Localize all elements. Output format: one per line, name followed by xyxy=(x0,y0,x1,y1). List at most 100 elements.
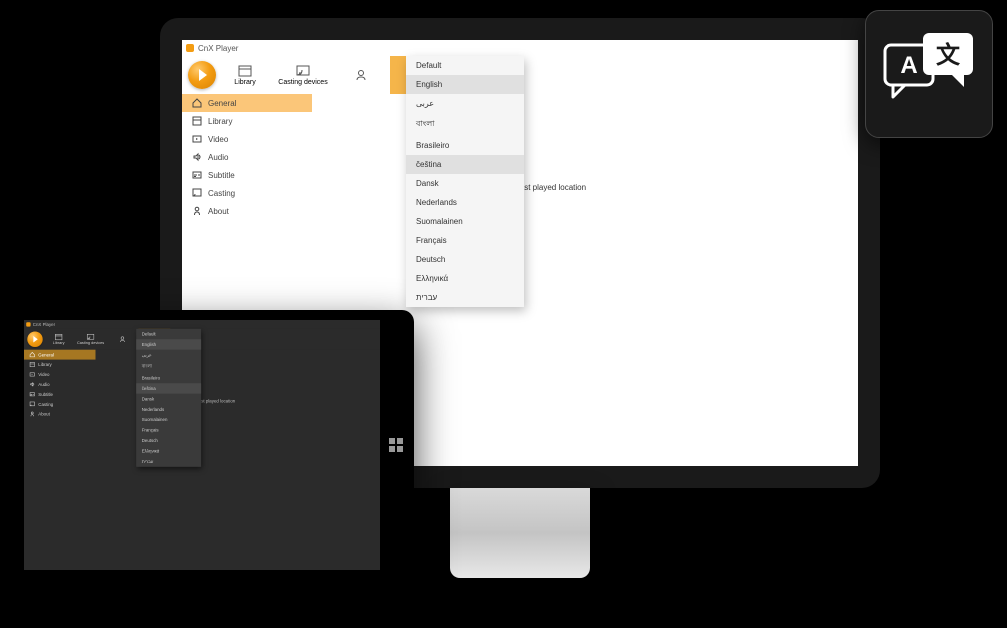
casting-icon xyxy=(30,401,36,407)
tablet-device: CnX Player Library Casting devices xyxy=(14,310,414,580)
translate-badge: A 文 xyxy=(865,10,993,138)
sidebar-item-about[interactable]: About xyxy=(24,409,96,419)
language-option[interactable]: English xyxy=(406,75,524,94)
language-option[interactable]: Français xyxy=(406,231,524,250)
language-option[interactable]: Nederlands xyxy=(406,193,524,212)
language-option[interactable]: Suomalainen xyxy=(406,212,524,231)
language-option[interactable]: Default xyxy=(136,329,201,339)
translate-icon: A 文 xyxy=(879,29,979,119)
toolbar-library[interactable]: Library xyxy=(216,56,274,94)
svg-text:A: A xyxy=(900,52,917,79)
subtitle-icon xyxy=(192,170,202,180)
library-icon xyxy=(192,116,202,126)
language-option[interactable]: Brasileiro xyxy=(136,373,201,383)
profile-icon xyxy=(119,336,127,343)
sidebar-item-label: Video xyxy=(38,372,49,377)
sidebar-item-casting[interactable]: Casting xyxy=(182,184,312,202)
language-option[interactable]: Deutsch xyxy=(406,250,524,269)
sidebar-item-video[interactable]: Video xyxy=(24,370,96,380)
language-option[interactable]: Brasileiro xyxy=(406,136,524,155)
toolbar-casting[interactable]: Casting devices xyxy=(274,56,332,94)
sidebar: General Library Video Audio Subtitle Casting A… xyxy=(24,350,96,562)
language-option[interactable]: Ελληνικά xyxy=(136,446,201,456)
content-text-resume: ume from last played location xyxy=(482,183,848,192)
language-option[interactable]: Dansk xyxy=(406,174,524,193)
titlebar: CnX Player xyxy=(182,40,858,56)
content-text-system: ystem xyxy=(482,104,848,113)
language-dropdown[interactable]: DefaultEnglishعربىবাংলাBrasileiročeština… xyxy=(136,329,201,467)
sidebar-item-casting[interactable]: Casting xyxy=(24,399,96,409)
sidebar-item-subtitle[interactable]: Subtitle xyxy=(24,389,96,399)
cast-icon xyxy=(87,333,95,340)
content-text-resume: ume from last played location xyxy=(178,399,380,404)
language-option[interactable]: বাংলা xyxy=(406,113,524,136)
sidebar-item-label: General xyxy=(208,99,236,108)
sidebar-item-label: Subtitle xyxy=(208,171,235,180)
language-option[interactable]: Default xyxy=(406,56,524,75)
titlebar: CnX Player xyxy=(24,320,380,329)
play-button[interactable] xyxy=(188,61,216,89)
sidebar-item-label: General xyxy=(38,352,54,357)
language-option[interactable]: čeština xyxy=(406,155,524,174)
sidebar-item-audio[interactable]: Audio xyxy=(182,148,312,166)
sidebar-item-audio[interactable]: Audio xyxy=(24,379,96,389)
language-option[interactable]: עברית xyxy=(406,288,524,307)
language-dropdown[interactable]: DefaultEnglishعربىবাংলাBrasileiročeština… xyxy=(406,56,524,307)
general-icon xyxy=(30,352,36,358)
sidebar-item-label: About xyxy=(38,412,49,417)
app-window-dark: CnX Player Library Casting devices xyxy=(24,320,380,562)
language-option[interactable]: Suomalainen xyxy=(136,415,201,425)
sidebar-item-video[interactable]: Video xyxy=(182,130,312,148)
audio-icon xyxy=(192,152,202,162)
language-option[interactable]: עברית xyxy=(136,456,201,466)
subtitle-icon xyxy=(30,392,36,398)
general-icon xyxy=(192,98,202,108)
sidebar-item-library[interactable]: Library xyxy=(182,112,312,130)
language-option[interactable]: Français xyxy=(136,425,201,435)
sidebar-item-library[interactable]: Library xyxy=(24,360,96,370)
sidebar-item-label: Audio xyxy=(38,382,49,387)
toolbar-library[interactable]: Library xyxy=(43,329,75,350)
sidebar-item-label: Casting xyxy=(208,189,235,198)
sidebar-item-label: Casting xyxy=(38,402,53,407)
library-icon xyxy=(30,362,36,368)
content-text-system: ystem xyxy=(178,355,380,360)
toolbar-profile[interactable] xyxy=(107,329,139,350)
sidebar-item-label: About xyxy=(208,207,229,216)
svg-text:文: 文 xyxy=(936,41,961,69)
app-icon xyxy=(186,44,194,52)
language-option[interactable]: Dansk xyxy=(136,394,201,404)
sidebar-item-general[interactable]: General xyxy=(24,350,96,360)
library-icon xyxy=(238,65,252,77)
sidebar-item-label: Audio xyxy=(208,153,228,162)
library-icon xyxy=(55,333,63,340)
profile-icon xyxy=(354,69,368,81)
sidebar-item-about[interactable]: About xyxy=(182,202,312,220)
sidebar-item-label: Video xyxy=(208,135,228,144)
play-button[interactable] xyxy=(27,332,42,347)
sidebar-item-label: Subtitle xyxy=(38,392,53,397)
about-icon xyxy=(30,411,36,417)
toolbar-profile[interactable] xyxy=(332,56,390,94)
language-option[interactable]: Deutsch xyxy=(136,436,201,446)
toolbar-library-label: Library xyxy=(53,341,65,345)
language-option[interactable]: Nederlands xyxy=(136,404,201,414)
casting-icon xyxy=(192,188,202,198)
audio-icon xyxy=(30,382,36,388)
toolbar-library-label: Library xyxy=(234,79,255,86)
sidebar-item-subtitle[interactable]: Subtitle xyxy=(182,166,312,184)
toolbar-casting-label: Casting devices xyxy=(278,79,327,86)
language-option[interactable]: عربى xyxy=(406,94,524,113)
language-option[interactable]: čeština xyxy=(136,383,201,393)
tablet-screen: CnX Player Library Casting devices xyxy=(24,320,380,570)
language-option[interactable]: বাংলা xyxy=(136,360,201,373)
language-option[interactable]: English xyxy=(136,339,201,349)
toolbar-casting[interactable]: Casting devices xyxy=(75,329,107,350)
language-option[interactable]: عربى xyxy=(136,350,201,360)
app-title: CnX Player xyxy=(198,44,238,53)
language-option[interactable]: Ελληνικά xyxy=(406,269,524,288)
sidebar-item-general[interactable]: General xyxy=(182,94,312,112)
windows-button-icon[interactable] xyxy=(388,437,404,453)
app-body: General Library Video Audio Subtitle Casting A… xyxy=(24,350,380,562)
sidebar-item-label: Library xyxy=(38,362,51,367)
